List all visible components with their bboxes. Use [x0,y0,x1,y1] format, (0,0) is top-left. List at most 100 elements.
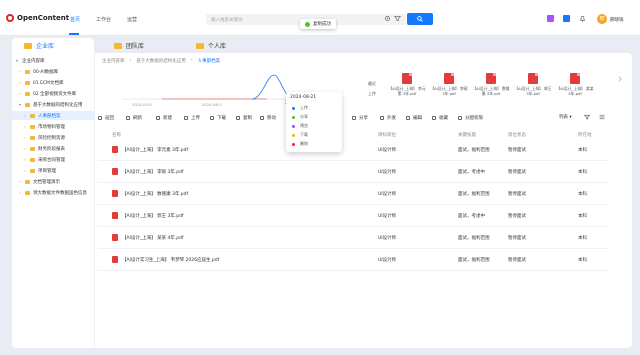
filter-icon[interactable] [584,114,590,120]
file-name[interactable]: 【AI设计_上海】 某某 4年.pdf [122,235,184,241]
back-button[interactable]: 返回 [98,115,114,121]
pdf-file-icon[interactable] [486,73,496,84]
column-skill[interactable]: 关键技能 [458,132,476,138]
tree-item[interactable]: ▾ 基于大数据的结构化应用 [12,100,95,109]
folder-icon [196,42,204,49]
toast-text: 复制成功 [313,22,331,27]
table-row[interactable]: 【AI设计_上海】 数隆康 3年.pdf UI设计师 面试，福利范围 暂停面试 … [98,183,608,205]
edit-button[interactable]: 编辑 [406,115,422,121]
bell-icon[interactable] [579,15,586,22]
status-cell: 暂停面试 [508,170,526,175]
skill-cell: 面试，福利范围 [458,192,490,197]
chevron-down-icon: ▾ [19,102,22,107]
table-row[interactable]: 【AI设计_上海】 李元素 3年.pdf UI设计师 面试，福利范围 暂停面试 … [98,139,608,161]
tab-label: 企业库 [36,43,55,50]
tab-team-library[interactable]: 团队库 [102,38,184,53]
chevron-right-icon: › [19,91,21,96]
nav-operations[interactable]: 运营 [127,16,137,23]
file-name[interactable]: 【AI设计_上海】 数隆康 3年.pdf [122,191,188,197]
activity-delete[interactable]: 删除 [292,141,308,147]
skill-cell: 面试，考虑中 [458,214,485,219]
tree-item[interactable]: › 02 全部视频资文件库 [12,89,95,98]
upload-button[interactable]: 上传 [184,115,200,121]
tree-item[interactable]: › 采购合同管理 [12,155,95,164]
download-button[interactable]: 下载 [210,115,226,121]
column-status[interactable]: 岗位状态 [508,132,526,138]
apps-icon[interactable] [563,15,570,22]
view-mode-select[interactable]: 列表 ▾ [559,114,572,120]
pdf-file-icon[interactable] [528,73,538,84]
nav-home[interactable]: 首页 [70,16,80,23]
assign-permission-button[interactable]: 分配权限 [458,115,483,121]
edit-icon [406,116,410,120]
folder-icon [25,102,30,107]
position-cell: UI设计师 [378,170,397,175]
tree-label: 02 全部视频资文件库 [33,91,77,97]
tree-item[interactable]: › 市场物料管理 [12,122,95,131]
file-name[interactable]: 【AI设计_上海】 李元素 3年.pdf [122,147,188,153]
share-button[interactable]: 分享 [352,115,368,121]
new-button[interactable]: 新建 [156,115,172,121]
settings-icon[interactable] [384,15,391,22]
tree-item[interactable]: › 风险控制资源 [12,133,95,142]
search-icon [417,16,423,22]
table-row[interactable]: 【AI设计实习生_上海】 韦梦琴 2026应届生.pdf UI设计师 面试，福利… [98,249,608,271]
tree-item[interactable]: › 项目管理 [12,166,95,175]
user-avatar[interactable]: 邢 [597,14,607,24]
activity-share[interactable]: 分享 [292,114,308,120]
chevron-right-icon: › [24,157,26,162]
ai-assistant-icon[interactable] [547,15,554,22]
file-name[interactable]: 【AI设计实习生_上海】 韦梦琴 2026应届生.pdf [122,257,219,263]
chevron-right-icon[interactable] [617,76,623,82]
tree-item[interactable]: › 文档管理演示 [12,177,95,186]
file-name[interactable]: 【AI设计_上海】 郭王 3年.pdf [122,213,184,219]
search-button[interactable] [407,13,433,25]
star-icon [432,116,436,120]
activity-preview[interactable]: 预览 [292,123,308,129]
tree-item-hr-archive[interactable]: › 人事部档案 [12,111,95,120]
column-location[interactable]: 所在地 [578,132,592,138]
filter-icon[interactable] [394,15,401,22]
tab-label: 个人库 [208,43,227,50]
location-cell: 本科 [578,148,587,153]
chevron-right-icon: › [19,179,21,184]
tree-item[interactable]: › 01 ECM文档库 [12,78,95,87]
tree-item[interactable]: › 领大数据文件数据国色信息 [12,188,95,197]
favorite-button[interactable]: 收藏 [432,115,448,121]
table-row[interactable]: 【AI设计_上海】 李硕 3年.pdf UI设计师 面试，考虑中 暂停面试 本科 [98,161,608,183]
timeline-date: 2024-05-0 [132,102,152,107]
pdf-file-icon [112,256,118,263]
breadcrumb-item[interactable]: 企业内容库 [102,58,125,64]
send-icon [380,116,384,120]
activity-download[interactable]: 下载 [292,132,308,138]
nav-workbench[interactable]: 工作台 [96,16,111,23]
list-view-icon[interactable] [599,114,605,120]
activity-upload[interactable]: 上传 [292,105,308,111]
move-button[interactable]: 移动 [260,115,276,121]
table-row[interactable]: 【AI设计_上海】 某某 4年.pdf UI设计师 面试，福利范围 暂停面试 本… [98,227,608,249]
tree-item[interactable]: › 财务阶段报表 [12,144,95,153]
copy-button[interactable]: 复制 [236,115,252,121]
column-position[interactable]: 目标岗位 [378,132,396,138]
user-name[interactable]: 邢晓珠 [610,17,624,23]
file-name[interactable]: 【AI设计_上海】 李硕 3年.pdf [122,169,184,175]
refresh-icon [126,116,130,120]
send-out-button[interactable]: 外发 [380,115,396,121]
tree-item-root[interactable]: ▾ 企业内容库 [12,56,95,65]
status-cell: 暂停面试 [508,148,526,153]
breadcrumb: 企业内容库 › 基于大数据的结构化应用 › 人事部档案 [102,58,221,64]
refresh-button[interactable]: 刷新 [126,115,142,121]
pdf-file-icon[interactable] [402,73,412,84]
logo-icon [6,14,14,22]
chevron-right-icon: › [19,190,21,195]
pdf-file-icon[interactable] [570,73,580,84]
tab-personal-library[interactable]: 个人库 [184,38,266,53]
breadcrumb-item[interactable]: 基于大数据的结构化应用 [136,58,186,64]
version-side-label: 上传 [368,91,376,96]
pdf-file-icon[interactable] [444,73,454,84]
table-row[interactable]: 【AI设计_上海】 郭王 3年.pdf UI设计师 面试，考虑中 暂停面试 本科 [98,205,608,227]
column-name[interactable]: 名称 [112,132,121,138]
tab-enterprise-library[interactable]: 企业库 [12,38,94,53]
tree-item[interactable]: › 00-AI数据库 [12,67,95,76]
app-logo[interactable]: OpenContent [6,14,69,22]
